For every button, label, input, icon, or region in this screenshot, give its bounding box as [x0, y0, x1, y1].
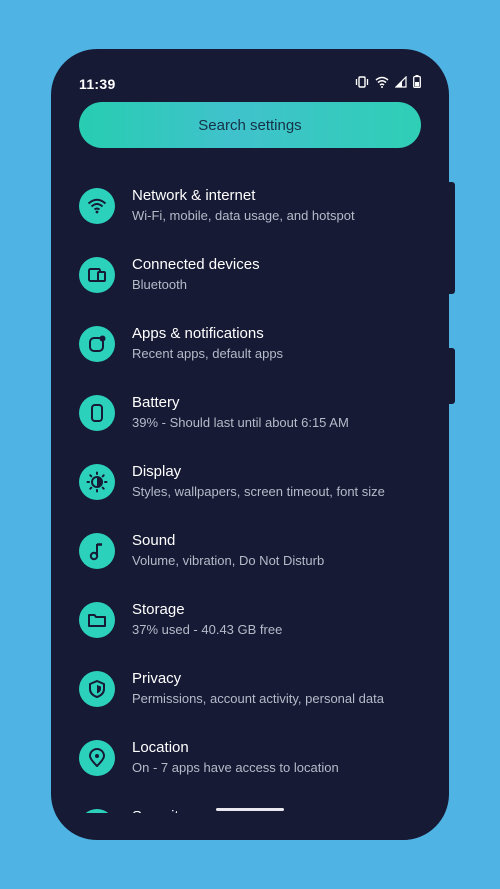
battery-icon [413, 75, 421, 88]
phone-side-button-volume [449, 182, 455, 294]
brightness-icon [79, 464, 115, 500]
settings-item-subtitle: Recent apps, default apps [132, 346, 284, 361]
settings-item-battery[interactable]: Battery 39% - Should last until about 6:… [51, 379, 449, 448]
settings-item-title: Display [132, 463, 182, 480]
settings-item-subtitle: Permissions, account activity, personal … [132, 691, 384, 706]
navigation-bar [51, 813, 449, 840]
shield-icon [79, 671, 115, 707]
settings-item-subtitle: Styles, wallpapers, screen timeout, font… [132, 484, 385, 499]
search-input[interactable]: Search settings [79, 102, 421, 148]
status-time: 11:39 [79, 76, 116, 92]
home-indicator[interactable] [216, 808, 284, 811]
folder-icon [79, 602, 115, 638]
settings-item-subtitle: On - 7 apps have access to location [132, 760, 339, 775]
music-note-icon [79, 533, 115, 569]
settings-item-sound[interactable]: Sound Volume, vibration, Do Not Disturb [51, 517, 449, 586]
phone-screen: 11:39 Search settings Network & internet… [51, 49, 449, 840]
settings-item-title: Location [132, 739, 189, 756]
settings-item-subtitle: Bluetooth [132, 277, 187, 292]
settings-item-subtitle: Wi-Fi, mobile, data usage, and hotspot [132, 208, 355, 223]
settings-item-title: Sound [132, 532, 176, 549]
battery-icon [79, 395, 115, 431]
phone-side-button-power [449, 348, 455, 404]
settings-item-title: Connected devices [132, 256, 260, 273]
apps-icon [79, 326, 115, 362]
settings-item-network[interactable]: Network & internet Wi-Fi, mobile, data u… [51, 172, 449, 241]
location-pin-icon [79, 740, 115, 776]
settings-item-subtitle: 37% used - 40.43 GB free [132, 622, 283, 637]
status-icons [355, 75, 421, 88]
devices-icon [79, 257, 115, 293]
settings-item-storage[interactable]: Storage 37% used - 40.43 GB free [51, 586, 449, 655]
wifi-icon [79, 188, 115, 224]
settings-item-location[interactable]: Location On - 7 apps have access to loca… [51, 724, 449, 793]
settings-item-display[interactable]: Display Styles, wallpapers, screen timeo… [51, 448, 449, 517]
search-placeholder: Search settings [198, 116, 302, 134]
vibrate-icon [355, 75, 369, 88]
settings-item-title: Network & internet [132, 187, 256, 204]
settings-item-connected-devices[interactable]: Connected devices Bluetooth [51, 241, 449, 310]
settings-item-subtitle: Volume, vibration, Do Not Disturb [132, 553, 325, 568]
settings-item-title: Privacy [132, 670, 182, 687]
settings-item-title: Storage [132, 601, 185, 618]
signal-icon [395, 75, 407, 88]
settings-item-privacy[interactable]: Privacy Permissions, account activity, p… [51, 655, 449, 724]
settings-item-apps-notifications[interactable]: Apps & notifications Recent apps, defaul… [51, 310, 449, 379]
wifi-icon [375, 76, 389, 88]
settings-item-title: Battery [132, 394, 180, 411]
settings-item-subtitle: 39% - Should last until about 6:15 AM [132, 415, 349, 430]
settings-item-title: Apps & notifications [132, 325, 264, 342]
